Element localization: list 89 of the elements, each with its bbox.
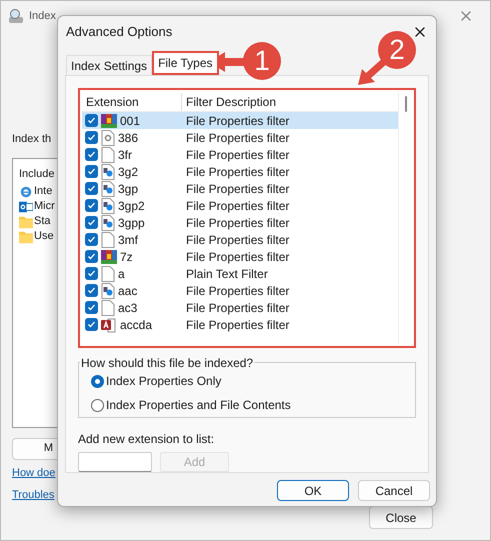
- blank-file-icon: [101, 300, 115, 316]
- media-file-icon: [101, 164, 115, 180]
- extension-cell-text: 3fr: [118, 146, 132, 164]
- checkbox[interactable]: [85, 267, 98, 280]
- file-type-row[interactable]: 001 File Properties filter: [82, 112, 398, 129]
- file-type-row[interactable]: a Plain Text Filter: [82, 265, 398, 282]
- checkbox[interactable]: [85, 199, 98, 212]
- location-name: Sta: [34, 214, 51, 230]
- checkbox[interactable]: [85, 131, 98, 144]
- checkbox[interactable]: [85, 165, 98, 178]
- blank-file-icon: [101, 266, 115, 282]
- filter-cell-text: File Properties filter: [185, 146, 290, 164]
- filter-cell-text: File Properties filter: [185, 300, 290, 316]
- file-type-row[interactable]: ac3 File Properties filter: [82, 299, 398, 316]
- column-header: Include: [19, 166, 56, 182]
- globe-e-icon: [19, 184, 33, 198]
- filter-cell-text: File Properties filter: [185, 214, 290, 232]
- extension-cell-text: a: [118, 266, 125, 282]
- location-name: Micr: [34, 199, 55, 214]
- extension-cell-text: 3gp2: [118, 198, 145, 214]
- checkbox[interactable]: [85, 301, 98, 314]
- column-header: Extension: [82, 92, 182, 110]
- filter-cell-text: File Properties filter: [185, 232, 290, 248]
- gear-file-icon: [101, 130, 115, 146]
- access-file-icon: [101, 316, 117, 332]
- extension-cell-text: 3gp: [118, 180, 138, 198]
- filter-cell-text: File Properties filter: [185, 282, 290, 300]
- extension-cell-text: 001: [120, 112, 140, 130]
- checkbox[interactable]: [85, 284, 98, 297]
- file-type-row[interactable]: 3fr File Properties filter: [82, 146, 398, 163]
- column-header: Filter Description: [185, 94, 276, 110]
- magnifier-drive-icon: [7, 8, 25, 24]
- filter-cell-text: File Properties filter: [185, 130, 290, 146]
- close-button[interactable]: Close: [369, 506, 433, 529]
- file-type-row[interactable]: 386 File Properties filter: [82, 129, 398, 146]
- archive-icon: [101, 248, 117, 264]
- file-type-row[interactable]: aac File Properties filter: [82, 282, 398, 299]
- folder-icon: [19, 230, 33, 244]
- file-type-row[interactable]: 7z File Properties filter: [82, 248, 398, 265]
- filter-cell-text: File Properties filter: [185, 112, 290, 130]
- file-type-row[interactable]: 3gp2 File Properties filter: [82, 197, 398, 214]
- description-text: Index th: [12, 132, 52, 147]
- extension-cell-text: 386: [118, 130, 138, 146]
- tab[interactable]: File Types: [152, 51, 219, 75]
- extension-cell-text: 3mf: [118, 232, 138, 248]
- window-title: Index: [29, 8, 56, 24]
- media-file-icon: [101, 282, 115, 298]
- media-file-icon: [101, 198, 115, 214]
- checkbox[interactable]: [85, 148, 98, 161]
- filter-cell-text: File Properties filter: [185, 164, 290, 180]
- archive-icon: [101, 112, 117, 128]
- blank-file-icon: [101, 232, 115, 248]
- folder-icon: [19, 214, 33, 228]
- extension-cell-text: 3g2: [118, 164, 138, 180]
- filter-cell-text: File Properties filter: [185, 316, 290, 334]
- dialog-title: Advanced Options: [66, 23, 172, 42]
- radio-label: Index Properties Only: [106, 373, 222, 390]
- extension-cell-text: 7z: [120, 248, 133, 266]
- dialog-button[interactable]: Cancel: [358, 480, 430, 501]
- checkbox[interactable]: [85, 216, 98, 229]
- checkbox[interactable]: [85, 182, 98, 195]
- filter-cell-text: File Properties filter: [185, 198, 290, 214]
- media-file-icon: [101, 214, 115, 230]
- checkbox[interactable]: [85, 318, 98, 331]
- dialog-button[interactable]: OK: [277, 480, 349, 501]
- filter-cell-text: Plain Text Filter: [185, 266, 268, 282]
- extension-cell-text: aac: [118, 282, 138, 300]
- extension-cell-text: 3gpp: [118, 214, 145, 232]
- file-type-row[interactable]: 3mf File Properties filter: [82, 231, 398, 248]
- filter-cell-text: File Properties filter: [185, 180, 290, 198]
- file-type-row[interactable]: 3gpp File Properties filter: [82, 214, 398, 231]
- extension-cell-text: accda: [120, 316, 152, 334]
- file-type-row[interactable]: 3g2 File Properties filter: [82, 163, 398, 180]
- extension-field[interactable]: [78, 452, 152, 472]
- checkbox[interactable]: [85, 233, 98, 246]
- blank-file-icon: [101, 146, 115, 162]
- mail-icon: [19, 200, 33, 214]
- media-file-icon: [101, 180, 115, 196]
- radio-button[interactable]: [91, 374, 104, 388]
- file-type-row[interactable]: accda File Properties filter: [82, 316, 398, 333]
- radio-button[interactable]: [91, 398, 104, 412]
- location-name: Use: [34, 229, 54, 244]
- location-name: Inte: [34, 184, 52, 200]
- extension-cell-text: ac3: [118, 300, 138, 316]
- checkbox[interactable]: [85, 114, 98, 127]
- file-type-row[interactable]: 3gp File Properties filter: [82, 180, 398, 197]
- filter-cell-text: File Properties filter: [185, 248, 290, 266]
- checkbox[interactable]: [85, 250, 98, 263]
- radio-label: Index Properties and File Contents: [106, 397, 291, 414]
